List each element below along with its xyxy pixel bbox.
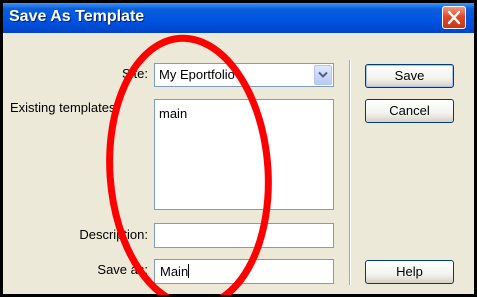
description-label: Description: <box>79 227 148 242</box>
site-select[interactable]: My Eportfolio <box>154 63 334 87</box>
site-select-value: My Eportfolio <box>159 67 235 82</box>
text-caret <box>188 264 190 278</box>
cancel-button[interactable]: Cancel <box>365 99 454 123</box>
existing-templates-list[interactable]: main <box>154 99 334 210</box>
save-as-field[interactable]: Main <box>154 259 334 284</box>
site-label: Site: <box>121 66 148 81</box>
description-field[interactable] <box>154 223 334 248</box>
vertical-separator <box>349 60 351 285</box>
list-item[interactable]: main <box>159 106 187 121</box>
site-select-arrow[interactable] <box>314 65 332 85</box>
chevron-down-icon <box>318 71 328 78</box>
existing-templates-label: Existing templates: <box>10 100 120 115</box>
dialog-title: Save As Template <box>9 8 145 25</box>
save-as-value: Main <box>160 264 189 279</box>
save-button[interactable]: Save <box>365 64 454 88</box>
dialog-window: Save As Template Site: My Eportfolio Exi… <box>0 0 477 297</box>
title-bar[interactable]: Save As Template <box>3 3 474 33</box>
save-as-label: Save as: <box>97 262 148 277</box>
close-icon <box>447 10 461 25</box>
close-button[interactable] <box>442 6 466 29</box>
help-button[interactable]: Help <box>365 260 454 284</box>
